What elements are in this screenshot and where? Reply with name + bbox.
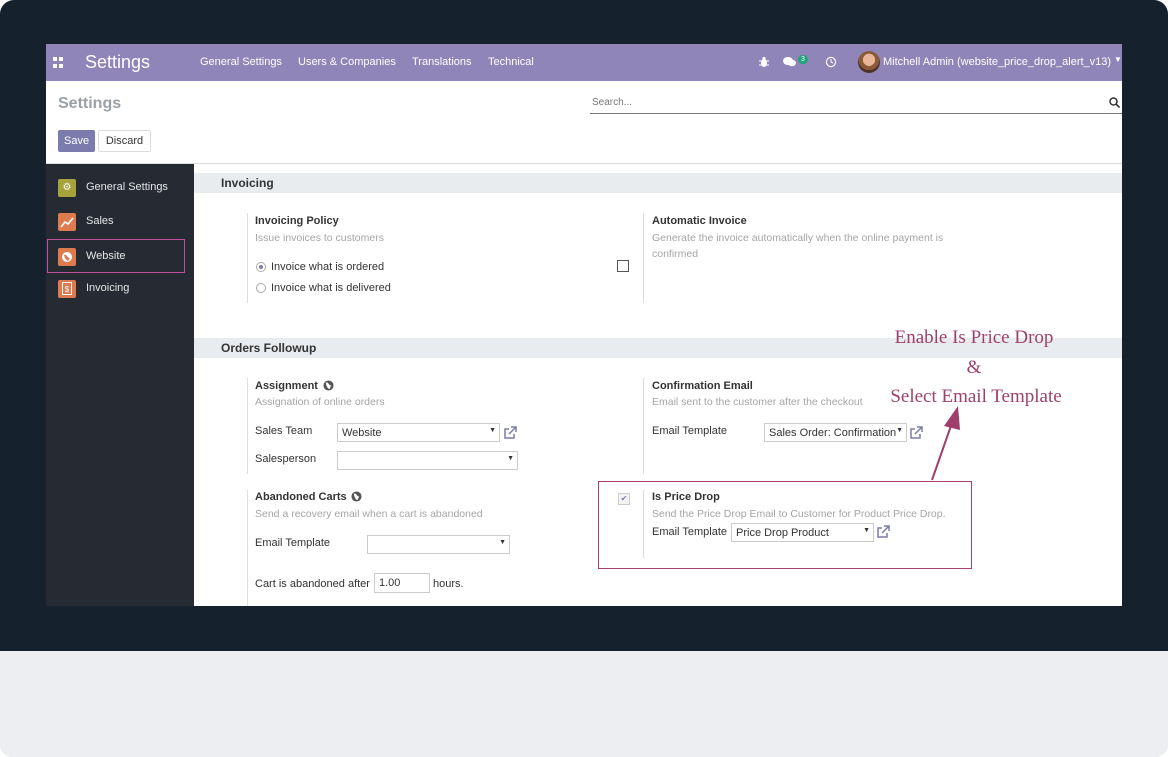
block-divider xyxy=(643,490,644,558)
control-panel: Settings Save Discard xyxy=(46,81,1122,164)
annotation-line-1: Enable Is Price Drop xyxy=(894,327,1054,348)
svg-text:$: $ xyxy=(65,285,70,294)
abandoned-template-label: Email Template xyxy=(255,537,330,549)
annotation-line-3: Select Email Template xyxy=(890,386,1062,407)
chevron-down-icon: ▼ xyxy=(863,527,870,534)
abandoned-carts-help: Send a recovery email when a cart is aba… xyxy=(255,508,483,520)
sidebar-item-label: Invoicing xyxy=(86,282,130,294)
radio-invoice-delivered[interactable] xyxy=(256,283,266,293)
price-drop-template-value: Price Drop Product xyxy=(736,527,829,539)
search-bar xyxy=(590,95,1122,114)
assignment-help: Assignation of online orders xyxy=(255,396,385,408)
confirmation-email-label: Confirmation Email xyxy=(652,380,753,392)
search-input[interactable] xyxy=(590,95,1094,110)
sales-team-select[interactable]: Website ▼ xyxy=(337,423,500,442)
external-link-icon[interactable] xyxy=(503,426,517,440)
settings-content: Invoicing Invoicing Policy Issue invoice… xyxy=(194,164,1122,606)
cart-abandoned-hours-input[interactable]: 1.00 xyxy=(374,573,430,593)
user-menu-name[interactable]: Mitchell Admin (website_price_drop_alert… xyxy=(883,56,1111,68)
sidebar-item-website[interactable]: Website xyxy=(47,239,185,273)
section-title: Orders Followup xyxy=(221,341,317,355)
salesperson-label: Salesperson xyxy=(255,453,317,465)
is-price-drop-label: Is Price Drop xyxy=(652,491,720,503)
menu-users-companies[interactable]: Users & Companies xyxy=(298,56,396,68)
invoice-icon: $ xyxy=(58,280,76,298)
radio-invoice-delivered-label[interactable]: Invoice what is delivered xyxy=(271,282,391,294)
chart-icon xyxy=(58,213,76,231)
abandoned-carts-label: Abandoned Carts xyxy=(255,491,347,503)
invoicing-policy-help: Issue invoices to customers xyxy=(255,232,384,244)
sidebar-item-invoicing[interactable]: $ Invoicing xyxy=(47,273,185,305)
block-divider xyxy=(247,490,248,606)
sales-team-value: Website xyxy=(342,427,382,439)
section-title: Invoicing xyxy=(221,176,274,190)
messages-count-badge: 3 xyxy=(798,55,808,64)
save-button[interactable]: Save xyxy=(58,130,95,152)
sidebar-item-label: Sales xyxy=(86,215,114,227)
menu-technical[interactable]: Technical xyxy=(488,56,534,68)
chevron-down-icon: ▼ xyxy=(507,455,514,462)
user-avatar[interactable] xyxy=(858,51,880,73)
abandoned-template-select[interactable]: ▼ xyxy=(367,535,510,554)
menu-translations[interactable]: Translations xyxy=(412,56,472,68)
block-divider xyxy=(247,213,248,303)
automatic-invoice-checkbox[interactable] xyxy=(617,260,629,272)
top-navbar: Settings General Settings Users & Compan… xyxy=(46,44,1122,81)
debug-bug-icon[interactable] xyxy=(758,56,770,68)
automatic-invoice-help: Generate the invoice automatically when … xyxy=(652,232,944,260)
sidebar-item-sales[interactable]: Sales xyxy=(47,206,185,238)
user-caret-icon[interactable]: ▼ xyxy=(1114,55,1122,64)
automatic-invoice-label: Automatic Invoice xyxy=(652,215,747,227)
gear-icon: ⚙ xyxy=(58,179,76,197)
price-drop-template-select[interactable]: Price Drop Product ▼ xyxy=(731,523,874,542)
block-divider xyxy=(247,378,248,474)
globe-icon xyxy=(323,380,334,391)
sidebar-item-general-settings[interactable]: ⚙ General Settings xyxy=(47,172,185,204)
settings-sidebar: ⚙ General Settings Sales Website $ Invoi… xyxy=(46,164,194,606)
assignment-label: Assignment xyxy=(255,380,318,392)
monitor-stand xyxy=(0,651,1168,757)
app-screen: Settings General Settings Users & Compan… xyxy=(46,44,1122,606)
block-divider xyxy=(643,213,644,303)
globe-icon xyxy=(351,491,362,502)
cart-abandoned-after-label: Cart is abandoned after xyxy=(255,578,370,590)
apps-menu-icon[interactable] xyxy=(53,57,64,68)
chevron-down-icon: ▼ xyxy=(489,427,496,434)
confirmation-template-label: Email Template xyxy=(652,425,727,437)
salesperson-select[interactable]: ▼ xyxy=(337,451,518,470)
is-price-drop-help: Send the Price Drop Email to Customer fo… xyxy=(652,508,946,520)
cart-abandoned-unit: hours. xyxy=(433,578,464,590)
invoicing-policy-label: Invoicing Policy xyxy=(255,215,339,227)
discard-button[interactable]: Discard xyxy=(98,130,151,152)
confirmation-template-value: Sales Order: Confirmation xyxy=(769,427,897,439)
page-title: Settings xyxy=(58,95,122,112)
confirmation-email-help: Email sent to the customer after the che… xyxy=(652,396,863,408)
block-divider xyxy=(643,378,644,474)
app-title: Settings xyxy=(85,52,151,72)
sales-team-label: Sales Team xyxy=(255,425,313,437)
globe-icon xyxy=(58,248,76,266)
sidebar-item-label: General Settings xyxy=(86,181,168,193)
radio-invoice-ordered-label[interactable]: Invoice what is ordered xyxy=(271,261,384,273)
messages-chat-icon[interactable] xyxy=(783,56,797,68)
chevron-down-icon: ▼ xyxy=(896,427,903,434)
chevron-down-icon: ▼ xyxy=(499,539,506,546)
sidebar-item-label: Website xyxy=(86,250,126,262)
section-invoicing: Invoicing xyxy=(194,173,1122,193)
annotation-arrow-icon xyxy=(931,406,960,481)
search-icon[interactable] xyxy=(1109,97,1120,108)
confirmation-template-select[interactable]: Sales Order: Confirmation ▼ xyxy=(764,423,907,442)
menu-general-settings[interactable]: General Settings xyxy=(200,56,282,68)
radio-invoice-ordered[interactable] xyxy=(256,262,266,272)
price-drop-template-label: Email Template xyxy=(652,526,727,538)
is-price-drop-checkbox[interactable]: ✔ xyxy=(618,493,630,505)
external-link-icon[interactable] xyxy=(876,525,890,539)
activity-clock-icon[interactable] xyxy=(825,56,837,68)
annotation-line-2: & xyxy=(966,357,982,378)
